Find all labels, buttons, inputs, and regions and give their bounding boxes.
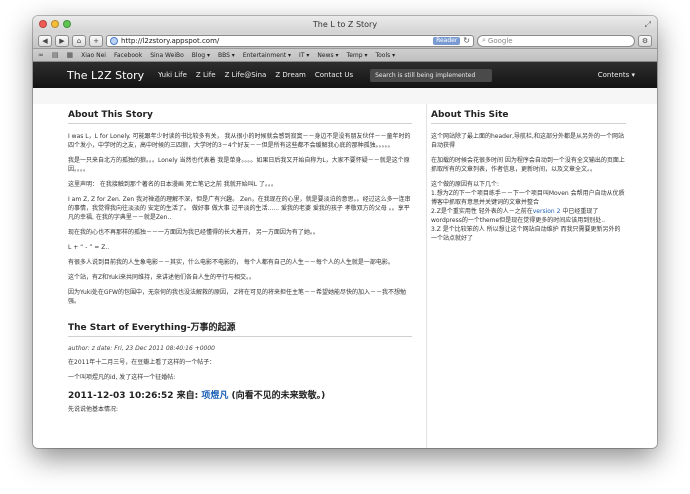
globe-icon — [110, 36, 118, 45]
post-line: 一个叫项煜凡的id, 发了这样一个征婚帖: — [68, 374, 176, 381]
search-field[interactable]: ⌕ Google — [477, 34, 635, 47]
bookmark-item[interactable]: Tools ▾ — [375, 52, 395, 59]
bookmark-item[interactable]: Entertainment ▾ — [243, 52, 291, 59]
post-meta: author: z date: Fri, 23 Dec 2011 08:40:1… — [68, 345, 216, 352]
nav-z-dream[interactable]: Z Dream — [275, 71, 306, 79]
sidebar-reason-1: 1.想为Z的下一个项目练手－－下一个项目叫Moven 会帮用户自动从优质博客中抓… — [431, 190, 625, 206]
about-site-heading: About This Site — [431, 104, 626, 124]
story-paragraph: I am Z, Z for Zen. Zen 我对禅道的理解不深，但是广有兴趣。… — [68, 196, 411, 221]
sidebar-paragraph: 这个做的原因有以下几个: 1.想为Z的下一个项目练手－－下一个项目叫Moven … — [431, 180, 626, 243]
sidebar-paragraph: 在加载的时候会花很多时间 因为程序会自动到一个没有全文输出的页面上抓取所有的文章… — [431, 157, 625, 173]
settings-gear-button[interactable]: ⚙ — [638, 34, 652, 47]
contents-menu[interactable]: Contents ▾ — [598, 71, 635, 79]
bookmark-item[interactable]: Blog ▾ — [192, 52, 210, 59]
back-button[interactable]: ◀ — [38, 34, 52, 47]
nav-z-life-sina[interactable]: Z Life@Sina — [225, 71, 267, 79]
reload-icon[interactable]: ↻ — [463, 36, 470, 45]
story-paragraph: L + “ - ” = Z.. — [68, 244, 110, 251]
version-2-link[interactable]: version 2 — [533, 208, 561, 215]
site-navbar: The L2Z Story Yuki Life Z Life Z Life@Si… — [33, 62, 657, 88]
nav-contact-us[interactable]: Contact Us — [315, 71, 353, 79]
url-text[interactable]: http://l2zstory.appspot.com/ — [121, 37, 430, 45]
bookmark-item[interactable]: IT ▾ — [299, 52, 309, 59]
address-bar[interactable]: http://l2zstory.appspot.com/ Reader ↻ — [106, 34, 474, 47]
show-bookmarks-icon[interactable]: ▤ — [52, 51, 59, 59]
post-title-suffix: (向看不见的未来致敬。) — [228, 391, 326, 401]
top-sites-icon[interactable]: ▦ — [66, 51, 73, 59]
zoom-window-button[interactable] — [63, 20, 71, 28]
site-search-input[interactable]: Search is still being implemented — [370, 68, 493, 82]
search-placeholder: Google — [487, 36, 513, 45]
browser-window: The L to Z Story ⤢ ◀ ▶ ⌂ + http://l2zsto… — [33, 16, 657, 448]
story-paragraph: 这个站，有Z和Yuki来共同维持，来讲述他们各自人生的平行与相交。。 — [68, 274, 256, 281]
story-paragraph: 这里声明： 在我接触到那个著名的日本漫画 死亡笔记之前 我就开始叫L 了。。。 — [68, 181, 277, 188]
story-paragraph: 我是一只来自北方的孤独的狼。。。Lonely 当然也代表着 我是单身。。。。如果… — [68, 157, 410, 173]
page-content: About This Story I was L，L for Lonely. 可… — [33, 104, 657, 448]
main-column: About This Story I was L，L for Lonely. 可… — [68, 104, 412, 448]
post-line: 在2011年十二月三号，在豆瓣上看了这样的一个帖子： — [68, 359, 216, 366]
bookmark-item[interactable]: Sina WeiBo — [150, 52, 184, 59]
reader-button[interactable]: Reader — [433, 36, 461, 45]
site-brand[interactable]: The L2Z Story — [67, 69, 144, 82]
close-window-button[interactable] — [39, 20, 47, 28]
window-title: The L to Z Story — [312, 20, 378, 29]
bookmark-item[interactable]: Facebook — [114, 52, 142, 59]
nav-z-life[interactable]: Z Life — [196, 71, 216, 79]
sidebar-reasons-intro: 这个做的原因有以下几个: — [431, 181, 500, 188]
bookmark-item[interactable]: Xiao Nei — [81, 52, 106, 59]
quoted-post-title: 2011-12-03 10:26:52 来自: 项煜凡 (向看不见的未来致敬。) — [68, 388, 412, 401]
story-paragraph: 因为Yuki处在GFW的包围中，无奈何的我也没法解救的原因， Z将在可见的将来担… — [68, 289, 406, 305]
browser-toolbar: ◀ ▶ ⌂ + http://l2zstory.appspot.com/ Rea… — [33, 33, 657, 49]
bookmark-item[interactable]: News ▾ — [317, 52, 338, 59]
post-title-prefix: 2011-12-03 10:26:52 来自: — [68, 391, 202, 401]
nav-yuki-life[interactable]: Yuki Life — [158, 71, 187, 79]
sidebar-reason-2-start: 2.Z是个重实用性 轻外表的人－之前在 — [431, 208, 533, 215]
sidebar-paragraph: 这个网站除了最上面的header,导航栏,和这部分外都是从另外的一个网站自动获得 — [431, 133, 624, 149]
sidebar-reason-3: 3.Z 是个比较笨的人 所以想让这个网站自动维护 而我只需要更新另外的一个站点就… — [431, 226, 621, 242]
bookmark-item[interactable]: BBS ▾ — [218, 52, 235, 59]
bookmarks-bar: ∞ ▤ ▦ Xiao Nei Facebook Sina WeiBo Blog … — [33, 49, 657, 62]
about-story-heading: About This Story — [68, 104, 412, 124]
fullscreen-icon[interactable]: ⤢ — [645, 16, 651, 33]
story-paragraph: 现在我的心也不再那样的孤独－－一方面因为我已经懂得的长大着开， 另一方面因为有了… — [68, 229, 319, 236]
forward-button[interactable]: ▶ — [55, 34, 69, 47]
story-paragraph: 有很多人说到目前我的人生象电影－－其实，什么电影不电影的， 每个人都有自己的人生… — [68, 259, 394, 266]
add-bookmark-button[interactable]: + — [89, 34, 103, 47]
sidebar: About This Site 这个网站除了最上面的header,导航栏,和这部… — [426, 104, 626, 448]
bookmark-item[interactable]: Temp ▾ — [347, 52, 368, 59]
reading-list-icon[interactable]: ∞ — [38, 51, 44, 59]
post-intro: 先说说他基本情况: — [68, 406, 119, 413]
story-paragraph: I was L，L for Lonely. 可能跟年少时读的书比较多有关， 我从… — [68, 133, 411, 149]
window-controls — [39, 20, 71, 28]
magnifier-icon: ⌕ — [482, 36, 486, 44]
post-author-link[interactable]: 项煜凡 — [201, 391, 228, 401]
start-of-everything-heading[interactable]: The Start of Everything-万事的起源 — [68, 314, 412, 337]
home-button[interactable]: ⌂ — [72, 34, 86, 47]
title-bar: The L to Z Story ⤢ — [33, 16, 657, 33]
minimize-window-button[interactable] — [51, 20, 59, 28]
